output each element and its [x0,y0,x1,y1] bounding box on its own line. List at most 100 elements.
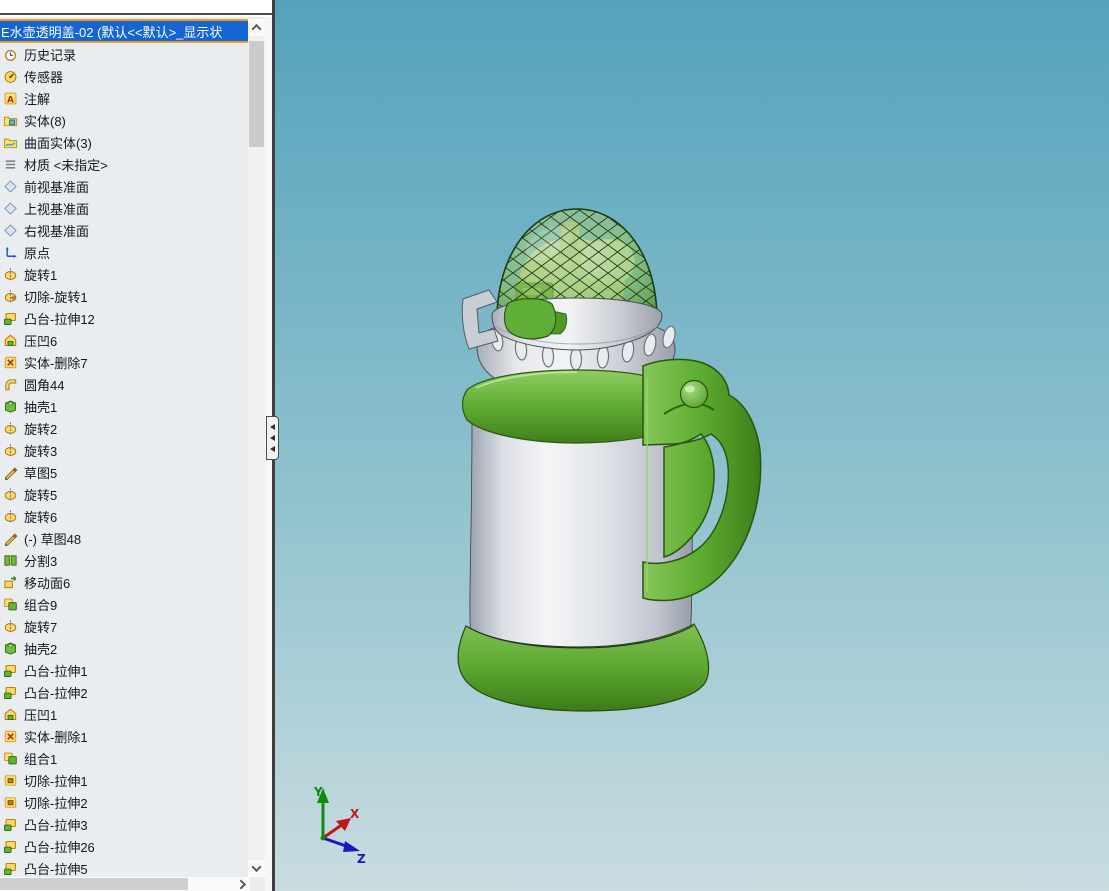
tree-item-label: 组合9 [24,597,58,613]
tree-item-label: 切除-旋转1 [24,289,88,305]
cut-revolve-icon [3,289,18,304]
split-icon [3,553,18,568]
tree-item[interactable]: 圆角44 [0,373,248,395]
plane-icon [3,223,18,238]
tree-item-label: 实体-删除1 [24,729,88,745]
shell-icon [3,399,18,414]
tree-vertical-scrollbar[interactable] [248,19,265,877]
plane-icon [3,179,18,194]
tree-item[interactable]: 压凹1 [0,703,248,725]
tree-item[interactable]: 凸台-拉伸12 [0,307,248,329]
tree-item[interactable]: 旋转2 [0,417,248,439]
tree-item-label: 凸台-拉伸26 [24,839,95,855]
horizontal-scroll-thumb[interactable] [0,878,188,890]
tree-item[interactable]: 原点 [0,241,248,263]
tree-item[interactable]: 实体-删除7 [0,351,248,373]
tree-item-label: 实体(8) [24,113,66,129]
sketch-icon [3,531,18,546]
collapse-left-icon [270,424,275,430]
tree-item[interactable]: 凸台-拉伸2 [0,681,248,703]
cut-extrude-icon [3,773,18,788]
combine-icon [3,751,18,766]
tree-item[interactable]: 移动面6 [0,571,248,593]
tree-item[interactable]: 切除-拉伸1 [0,769,248,791]
tree-item-label: 旋转5 [24,487,58,503]
cut-extrude-icon [3,795,18,810]
feature-tree-root[interactable]: E水壶透明盖-02 (默认<<默认>_显示状 [0,19,248,43]
tree-item-label: 曲面实体(3) [24,135,92,151]
tree-item-label: 移动面6 [24,575,71,591]
tree-item[interactable]: 凸台-拉伸1 [0,659,248,681]
tree-item[interactable]: 旋转3 [0,439,248,461]
tree-item[interactable]: 凸台-拉伸3 [0,813,248,835]
graphics-viewport[interactable]: Y X Z [275,0,1109,891]
boss-extrude-icon [3,685,18,700]
tree-item[interactable]: 旋转7 [0,615,248,637]
triad-z-label: Z [357,852,366,866]
tree-item[interactable]: 上视基准面 [0,197,248,219]
indent-icon [3,707,18,722]
chevron-up-icon [251,23,262,34]
move-face-icon [3,575,18,590]
tree-item-label: 组合1 [24,751,58,767]
tree-item-label: 旋转2 [24,421,58,437]
tree-item[interactable]: 右视基准面 [0,219,248,241]
scroll-down-button[interactable] [248,860,265,877]
tree-item[interactable]: 凸台-拉伸26 [0,835,248,857]
tree-item[interactable]: 凸台-拉伸5 [0,857,248,879]
revolve-icon [3,487,18,502]
tree-item[interactable]: 曲面实体(3) [0,131,248,153]
surface-folder-icon [3,135,18,150]
tree-item[interactable]: 组合9 [0,593,248,615]
tree-item[interactable]: 抽壳2 [0,637,248,659]
tree-item[interactable]: 旋转1 [0,263,248,285]
scroll-up-button[interactable] [248,19,265,36]
tree-item[interactable]: 实体(8) [0,109,248,131]
tree-item-label: 旋转7 [24,619,58,635]
tree-item[interactable]: 组合1 [0,747,248,769]
tree-item[interactable]: 抽壳1 [0,395,248,417]
body-delete-icon [3,355,18,370]
collapse-left-icon [270,435,275,441]
tree-item[interactable]: 传感器 [0,65,248,87]
boss-extrude-icon [3,839,18,854]
tree-item[interactable]: 切除-拉伸2 [0,791,248,813]
tree-item-label: 右视基准面 [24,223,90,239]
tree-item[interactable]: 旋转6 [0,505,248,527]
plane-icon [3,201,18,216]
chevron-right-icon [235,879,246,889]
feature-tree: 历史记录 传感器 A 注解实体(8) 曲面实体(3) 材质 <未指定> 前视基准面上视基准面… [0,43,248,879]
revolve-icon [3,267,18,282]
tree-item-label: 旋转1 [24,267,58,283]
boss-extrude-icon [3,861,18,876]
tree-item[interactable]: 切除-旋转1 [0,285,248,307]
revolve-icon [3,443,18,458]
annotation-icon: A [3,91,18,106]
panel-collapse-splitter[interactable] [266,416,279,460]
shell-icon [3,641,18,656]
tree-item[interactable]: 材质 <未指定> [0,153,248,175]
tree-item[interactable]: 压凹6 [0,329,248,351]
vertical-scroll-thumb[interactable] [249,41,264,147]
tree-item[interactable]: A 注解 [0,87,248,109]
tree-horizontal-scrollbar[interactable] [0,877,250,891]
tree-item[interactable]: (-) 草图48 [0,527,248,549]
tree-item-label: 实体-删除7 [24,355,88,371]
tree-item-label: 上视基准面 [24,201,90,217]
tree-item[interactable]: 实体-删除1 [0,725,248,747]
revolve-icon [3,421,18,436]
tree-item-label: 分割3 [24,553,58,569]
tree-item-label: 凸台-拉伸12 [24,311,95,327]
tree-item-label: 压凹6 [24,333,58,349]
tree-item[interactable]: 旋转5 [0,483,248,505]
tree-item[interactable]: 分割3 [0,549,248,571]
tree-item-label: 凸台-拉伸5 [24,861,88,877]
tree-item[interactable]: 前视基准面 [0,175,248,197]
collapse-left-icon [270,446,275,452]
tree-item[interactable]: 历史记录 [0,43,248,65]
sketch-icon [3,465,18,480]
tree-item-label: 草图5 [24,465,58,481]
tree-item[interactable]: 草图5 [0,461,248,483]
tree-item-label: (-) 草图48 [24,531,82,547]
scroll-right-button[interactable] [234,877,250,891]
